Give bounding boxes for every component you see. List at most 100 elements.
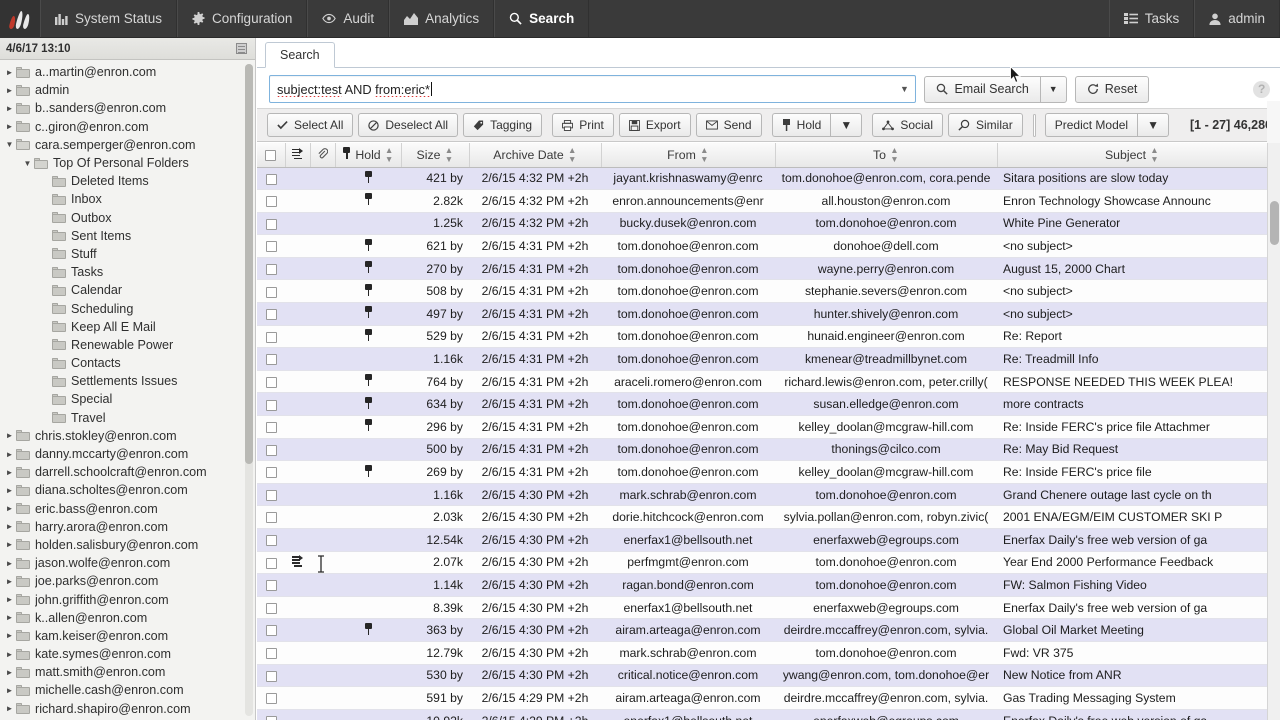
- folder-tree-item[interactable]: ►Settlements Issues: [0, 372, 250, 390]
- row-checkbox-cell[interactable]: [257, 302, 285, 326]
- table-row[interactable]: 764 by 2/6/15 4:31 PM +2h araceli.romero@e…: [257, 370, 1267, 394]
- folder-tree-item[interactable]: ► diana.scholtes@enron.com: [0, 481, 250, 499]
- chevron-right-icon[interactable]: ►: [3, 86, 16, 95]
- folder-tree-item[interactable]: ► john.griffith@enron.com: [0, 590, 250, 608]
- sort-toggle-icon[interactable]: ▲ ▼: [568, 146, 577, 163]
- table-row[interactable]: 530 by 2/6/15 4:30 PM +2h critical.notice@…: [257, 664, 1267, 688]
- folder-tree-item[interactable]: ►Renewable Power: [0, 336, 250, 354]
- table-row[interactable]: 1.25k 2/6/15 4:32 PM +2h bucky.dusek@enron…: [257, 212, 1267, 236]
- table-row[interactable]: 1.14k 2/6/15 4:30 PM +2h ragan.bond@enron.…: [257, 573, 1267, 597]
- chevron-right-icon[interactable]: ►: [3, 504, 16, 513]
- row-checkbox[interactable]: [265, 376, 277, 388]
- table-row[interactable]: 296 by 2/6/15 4:31 PM +2h tom.donohoe@enro…: [257, 415, 1267, 439]
- folder-tree-item[interactable]: ►Stuff: [0, 245, 250, 263]
- reset-button[interactable]: Reset: [1074, 75, 1150, 103]
- chevron-right-icon[interactable]: ►: [3, 686, 16, 695]
- folder-tree-item[interactable]: ► chris.stokley@enron.com: [0, 427, 250, 445]
- table-row[interactable]: 500 by 2/6/15 4:31 PM +2h tom.donohoe@enro…: [257, 438, 1267, 462]
- nav-item-search[interactable]: Search: [494, 0, 590, 37]
- row-checkbox-cell[interactable]: [257, 257, 285, 281]
- row-checkbox-cell[interactable]: [257, 664, 285, 688]
- deselect-all-button[interactable]: Deselect All: [358, 113, 459, 137]
- email-results-table-wrapper[interactable]: Hold ▲ ▼ Size ▲ ▼ Archive Date ▲ ▼ From ▲ ▼ To ▲ ▼ Subj…: [257, 143, 1280, 720]
- row-checkbox-cell[interactable]: [257, 189, 285, 213]
- folder-tree-item[interactable]: ► kate.symes@enron.com: [0, 645, 250, 663]
- row-checkbox-cell[interactable]: [257, 686, 285, 710]
- column-header-date[interactable]: Archive Date ▲ ▼: [469, 143, 602, 168]
- row-checkbox-cell[interactable]: [257, 528, 285, 552]
- chevron-right-icon[interactable]: ►: [3, 468, 16, 477]
- predict-model-dropdown-button[interactable]: ▼: [1137, 113, 1169, 137]
- row-checkbox-cell[interactable]: [257, 347, 285, 371]
- chevron-right-icon[interactable]: ►: [3, 486, 16, 495]
- chevron-right-icon[interactable]: ►: [3, 450, 16, 459]
- export-button[interactable]: Export: [618, 113, 691, 137]
- row-checkbox[interactable]: [265, 399, 277, 411]
- row-checkbox[interactable]: [265, 173, 277, 185]
- row-checkbox-cell[interactable]: [257, 618, 285, 642]
- folder-tree-item[interactable]: ► harry.arora@enron.com: [0, 518, 250, 536]
- row-checkbox-cell[interactable]: [257, 167, 285, 191]
- row-checkbox[interactable]: [265, 444, 277, 456]
- chevron-right-icon[interactable]: ►: [3, 595, 16, 604]
- row-checkbox[interactable]: [265, 354, 277, 366]
- table-body[interactable]: 421 by 2/6/15 4:32 PM +2h jayant.krishnasw…: [257, 167, 1267, 720]
- folder-tree-item[interactable]: ► kam.keiser@enron.com: [0, 627, 250, 645]
- row-checkbox-cell[interactable]: [257, 573, 285, 597]
- chevron-right-icon[interactable]: ►: [3, 540, 16, 549]
- folder-tree-item[interactable]: ► darrell.schoolcraft@enron.com: [0, 463, 250, 481]
- row-checkbox[interactable]: [265, 625, 277, 637]
- hold-dropdown-button[interactable]: ▼: [830, 113, 863, 137]
- nav-item-configuration[interactable]: Configuration: [177, 0, 308, 37]
- row-checkbox[interactable]: [265, 670, 277, 682]
- row-checkbox-cell[interactable]: [257, 551, 285, 575]
- results-scrollbar-thumb[interactable]: [1270, 201, 1279, 245]
- nav-item-tasks[interactable]: Tasks: [1108, 0, 1195, 37]
- row-checkbox-cell[interactable]: [257, 460, 285, 484]
- row-checkbox-cell[interactable]: [257, 438, 285, 462]
- table-row[interactable]: 2.03k 2/6/15 4:30 PM +2h dorie.hitchcock@e…: [257, 505, 1267, 529]
- send-button[interactable]: Send: [695, 113, 762, 137]
- email-search-button[interactable]: Email Search: [924, 75, 1040, 103]
- column-header-clip[interactable]: [310, 143, 336, 168]
- row-checkbox[interactable]: [265, 489, 277, 501]
- chevron-right-icon[interactable]: ►: [3, 631, 16, 640]
- sort-toggle-icon[interactable]: ▲ ▼: [1150, 146, 1159, 163]
- tab-search[interactable]: Search: [265, 42, 335, 68]
- table-row[interactable]: 12.54k 2/6/15 4:30 PM +2h enerfax1@bellsou…: [257, 528, 1267, 552]
- predict-model-input[interactable]: [1032, 113, 1036, 137]
- email-search-dropdown-button[interactable]: ▼: [1039, 75, 1067, 103]
- row-checkbox[interactable]: [265, 693, 277, 705]
- table-row[interactable]: 10.92k2/6/15 4:29 PM +2henerfax1@bellsou…: [257, 709, 1267, 720]
- table-row[interactable]: 1.16k 2/6/15 4:31 PM +2h tom.donohoe@enron…: [257, 347, 1267, 371]
- folder-tree-item[interactable]: ►Scheduling: [0, 299, 250, 317]
- nav-item-system-status[interactable]: System Status: [40, 0, 178, 37]
- folder-tree-item[interactable]: ► matt.smith@enron.com: [0, 663, 250, 681]
- table-row[interactable]: 1.16k 2/6/15 4:30 PM +2h mark.schrab@enron…: [257, 483, 1267, 507]
- print-button[interactable]: Print: [552, 113, 614, 137]
- sidebar-scrollbar-thumb[interactable]: [245, 64, 253, 464]
- folder-tree-item[interactable]: ► c..giron@enron.com: [0, 118, 250, 136]
- row-checkbox-cell[interactable]: [257, 483, 285, 507]
- chevron-down-icon[interactable]: ▼: [3, 140, 16, 149]
- folder-tree-item[interactable]: ► k..allen@enron.com: [0, 609, 250, 627]
- table-row[interactable]: 634 by 2/6/15 4:31 PM +2h tom.donohoe@enro…: [257, 392, 1267, 417]
- row-checkbox[interactable]: [265, 580, 277, 592]
- sort-toggle-icon[interactable]: ▲ ▼: [385, 146, 394, 163]
- row-checkbox-cell[interactable]: [257, 505, 285, 529]
- sort-toggle-icon[interactable]: ▲ ▼: [444, 146, 453, 163]
- folder-tree-item[interactable]: ► eric.bass@enron.com: [0, 500, 250, 518]
- row-checkbox-cell[interactable]: [257, 325, 285, 349]
- row-checkbox[interactable]: [265, 512, 277, 524]
- folder-tree-item[interactable]: ► joe.parks@enron.com: [0, 572, 250, 590]
- table-row[interactable]: 8.39k 2/6/15 4:30 PM +2h enerfax1@bellsout…: [257, 596, 1267, 620]
- row-checkbox-cell[interactable]: [257, 415, 285, 439]
- folder-tree-item[interactable]: ►Outbox: [0, 209, 250, 227]
- chevron-down-icon[interactable]: ▼: [21, 159, 34, 168]
- row-checkbox[interactable]: [265, 196, 277, 208]
- folder-tree-item[interactable]: ►Keep All E Mail: [0, 318, 250, 336]
- predict-model-button[interactable]: Predict Model: [1044, 113, 1138, 137]
- row-checkbox[interactable]: [265, 557, 277, 569]
- chevron-right-icon[interactable]: ►: [3, 122, 16, 131]
- row-checkbox[interactable]: [265, 602, 277, 614]
